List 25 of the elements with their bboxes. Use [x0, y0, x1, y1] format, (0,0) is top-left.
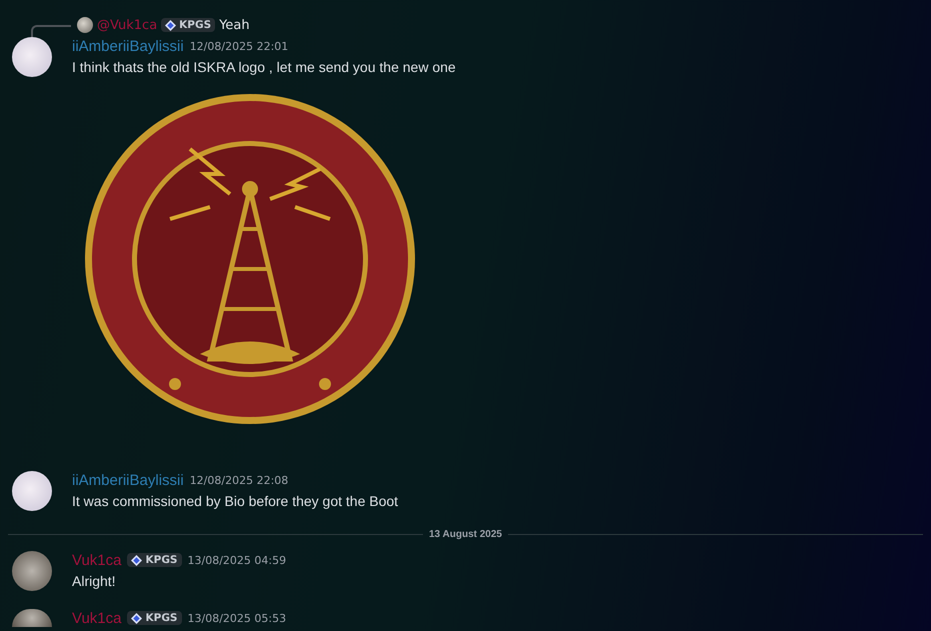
- avatar[interactable]: [12, 471, 52, 511]
- diamond-icon: [165, 20, 176, 30]
- role-tag[interactable]: KPGS: [127, 611, 182, 625]
- role-tag[interactable]: KPGS: [161, 18, 216, 32]
- message-text: It was commissioned by Bio before they got the Boot: [72, 492, 398, 511]
- username[interactable]: @Vuk1ca: [97, 18, 158, 32]
- timestamp: 12/08/2025 22:08: [190, 474, 288, 486]
- avatar[interactable]: [12, 551, 52, 591]
- reply-text: Yeah: [219, 18, 250, 32]
- avatar[interactable]: [12, 37, 52, 77]
- avatar[interactable]: [77, 17, 93, 33]
- username[interactable]: Vuk1ca: [72, 610, 122, 626]
- avatar[interactable]: [12, 609, 52, 627]
- username[interactable]: Vuk1ca: [72, 552, 122, 568]
- diamond-icon: [131, 554, 142, 566]
- timestamp: 13/08/2025 04:59: [188, 554, 286, 566]
- diamond-icon: [131, 612, 142, 624]
- username[interactable]: iiAmberiiBaylissii: [72, 472, 184, 488]
- date-divider: 13 August 2025: [428, 528, 503, 540]
- message-text: I think thats the old ISKRA logo , let me send you the new one: [72, 58, 456, 77]
- message-text: Alright!: [72, 572, 117, 591]
- timestamp: 12/08/2025 22:01: [190, 40, 288, 52]
- role-tag[interactable]: KPGS: [127, 553, 182, 567]
- timestamp: 13/08/2025 05:53: [188, 612, 286, 624]
- username[interactable]: iiAmberiiBaylissii: [72, 38, 184, 54]
